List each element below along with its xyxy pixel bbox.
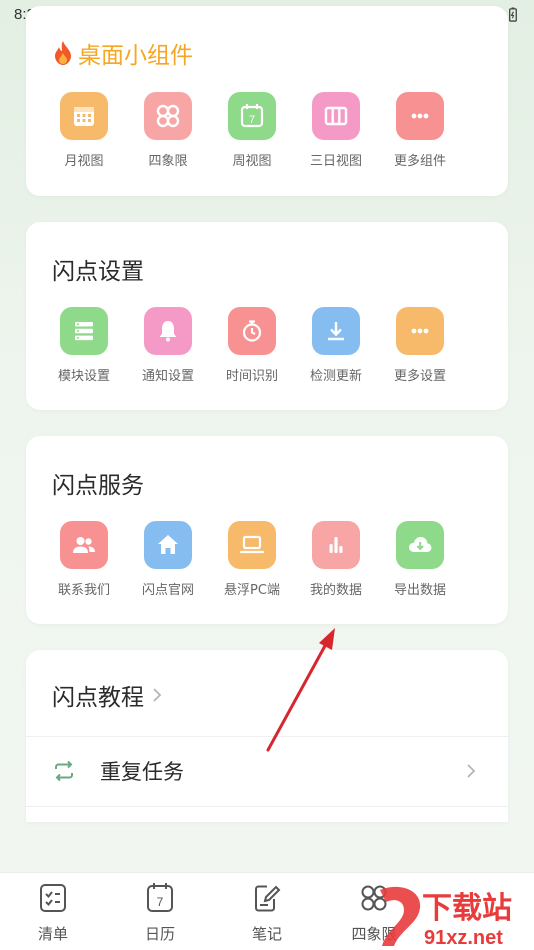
setting-check-update[interactable]: 检测更新 bbox=[294, 307, 378, 384]
nav-four-quadrant[interactable]: 四象限 bbox=[329, 881, 419, 944]
more-icon bbox=[396, 92, 444, 140]
bell-icon bbox=[144, 307, 192, 355]
widgets-title-text: 桌面小组件 bbox=[78, 43, 193, 69]
tutorial-card-title: 闪点教程 bbox=[52, 685, 144, 711]
service-label: 导出数据 bbox=[393, 583, 446, 598]
fire-icon bbox=[55, 41, 71, 65]
setting-module[interactable]: 模块设置 bbox=[42, 307, 126, 384]
divider bbox=[26, 806, 508, 807]
setting-label: 通知设置 bbox=[141, 369, 194, 384]
service-label: 联系我们 bbox=[57, 583, 110, 598]
setting-label: 检测更新 bbox=[309, 369, 362, 384]
calendar-month-icon bbox=[60, 92, 108, 140]
chevron-right-icon bbox=[467, 764, 476, 778]
setting-label: 更多设置 bbox=[393, 369, 446, 384]
laptop-icon bbox=[228, 521, 276, 569]
repeat-icon bbox=[55, 760, 73, 782]
divider bbox=[26, 736, 508, 737]
calendar-week-icon: 7 bbox=[228, 92, 276, 140]
widget-label: 三日视图 bbox=[309, 154, 362, 169]
settings-grid: 模块设置 通知设置 时间识别 检测更新 更多设置 bbox=[26, 307, 508, 397]
calendar-day-icon: 7 bbox=[147, 883, 173, 912]
calendar-day-number: 7 bbox=[157, 895, 164, 909]
widget-label: 四象限 bbox=[148, 154, 188, 169]
more-icon bbox=[396, 307, 444, 355]
setting-more[interactable]: 更多设置 bbox=[378, 307, 462, 384]
nav-label: 四象限 bbox=[351, 925, 397, 943]
stopwatch-icon bbox=[228, 307, 276, 355]
widgets-grid: 月视图 四象限 7 周视图 三日视图 更多组件 bbox=[26, 92, 508, 182]
nav-label: 清单 bbox=[37, 925, 68, 943]
three-day-icon bbox=[312, 92, 360, 140]
widget-month-view[interactable]: 月视图 bbox=[42, 92, 126, 169]
note-edit-icon bbox=[255, 885, 281, 912]
widgets-card-title: 桌面小组件 bbox=[52, 36, 193, 70]
tutorial-card: 闪点教程 重复任务 bbox=[26, 650, 508, 822]
chevron-right-icon bbox=[153, 688, 162, 702]
service-label: 悬浮PC端 bbox=[224, 583, 280, 598]
service-label: 我的数据 bbox=[309, 583, 362, 598]
nav-calendar[interactable]: 7 日历 bbox=[115, 881, 205, 944]
nav-checklist[interactable]: 清单 bbox=[8, 881, 98, 944]
bar-chart-icon bbox=[312, 521, 360, 569]
nav-label: 笔记 bbox=[251, 925, 282, 943]
widget-day-number: 7 bbox=[249, 114, 255, 126]
setting-notification[interactable]: 通知设置 bbox=[126, 307, 210, 384]
home-icon bbox=[144, 521, 192, 569]
widget-label: 更多组件 bbox=[393, 154, 446, 169]
services-grid: 联系我们 闪点官网 悬浮PC端 我的数据 导出数据 bbox=[26, 521, 508, 611]
widget-week-view[interactable]: 7 周视图 bbox=[210, 92, 294, 169]
nav-label: 日历 bbox=[144, 925, 175, 943]
services-card-title: 闪点服务 bbox=[52, 473, 144, 499]
nav-notes[interactable]: 笔记 bbox=[222, 881, 312, 944]
settings-card-title: 闪点设置 bbox=[52, 259, 144, 285]
module-list-icon bbox=[60, 307, 108, 355]
service-official-site[interactable]: 闪点官网 bbox=[126, 521, 210, 598]
setting-time-recognition[interactable]: 时间识别 bbox=[210, 307, 294, 384]
service-export-data[interactable]: 导出数据 bbox=[378, 521, 462, 598]
bottom-navigation: 清单 7 日历 笔记 四象限 bbox=[0, 872, 534, 950]
widgets-card: 桌面小组件 月视图 四象限 7 周视图 三日视图 更多组件 bbox=[26, 6, 508, 196]
widget-label: 月视图 bbox=[64, 154, 104, 169]
widget-more[interactable]: 更多组件 bbox=[378, 92, 462, 169]
repeat-task-label: 重复任务 bbox=[100, 760, 184, 784]
download-icon bbox=[312, 307, 360, 355]
services-card: 闪点服务 联系我们 闪点官网 悬浮PC端 我的数据 导出数据 bbox=[26, 436, 508, 624]
four-quadrant-icon bbox=[361, 885, 387, 911]
four-quadrant-icon bbox=[144, 92, 192, 140]
setting-label: 模块设置 bbox=[57, 369, 110, 384]
widget-three-day[interactable]: 三日视图 bbox=[294, 92, 378, 169]
checklist-icon bbox=[40, 884, 66, 912]
service-label: 闪点官网 bbox=[141, 583, 194, 598]
service-floating-pc[interactable]: 悬浮PC端 bbox=[210, 521, 294, 598]
repeat-task-row[interactable]: 重复任务 bbox=[26, 756, 508, 786]
cloud-download-icon bbox=[396, 521, 444, 569]
widget-four-quadrant[interactable]: 四象限 bbox=[126, 92, 210, 169]
setting-label: 时间识别 bbox=[225, 369, 278, 384]
people-icon bbox=[60, 521, 108, 569]
tutorial-header[interactable]: 闪点教程 bbox=[26, 678, 508, 712]
settings-card: 闪点设置 模块设置 通知设置 时间识别 检测更新 更多设置 bbox=[26, 222, 508, 410]
service-contact-us[interactable]: 联系我们 bbox=[42, 521, 126, 598]
service-my-data[interactable]: 我的数据 bbox=[294, 521, 378, 598]
widget-label: 周视图 bbox=[232, 154, 272, 169]
